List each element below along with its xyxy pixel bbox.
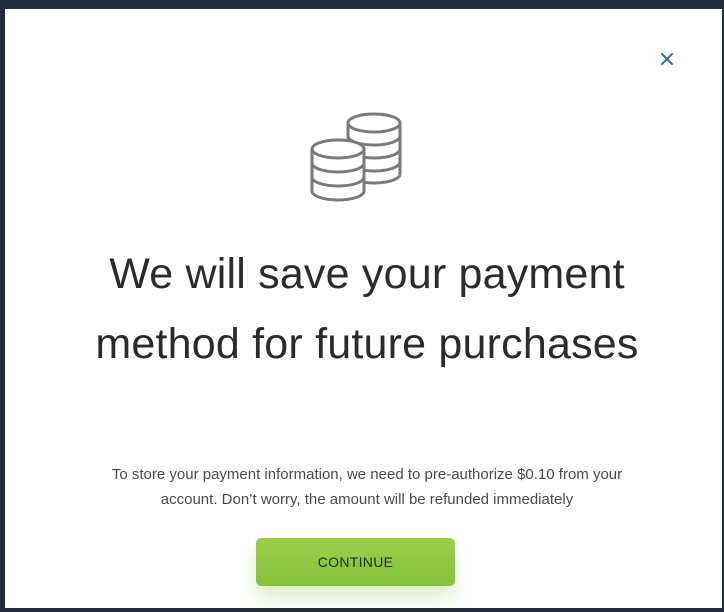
dialog-title: We will save your payment method for fut…	[95, 250, 639, 368]
payment-dialog: We will save your payment method for fut…	[0, 0, 724, 612]
close-button[interactable]	[654, 46, 680, 72]
description-line-2: account. Don’t worry, the amount will be…	[160, 491, 574, 508]
continue-button[interactable]: CONTINUE	[256, 538, 455, 586]
dialog-description: To store your payment information, we ne…	[45, 462, 689, 512]
coins-stack-icon	[310, 112, 402, 202]
description-line-1: To store your payment information, we ne…	[111, 466, 623, 483]
close-icon	[661, 53, 673, 65]
